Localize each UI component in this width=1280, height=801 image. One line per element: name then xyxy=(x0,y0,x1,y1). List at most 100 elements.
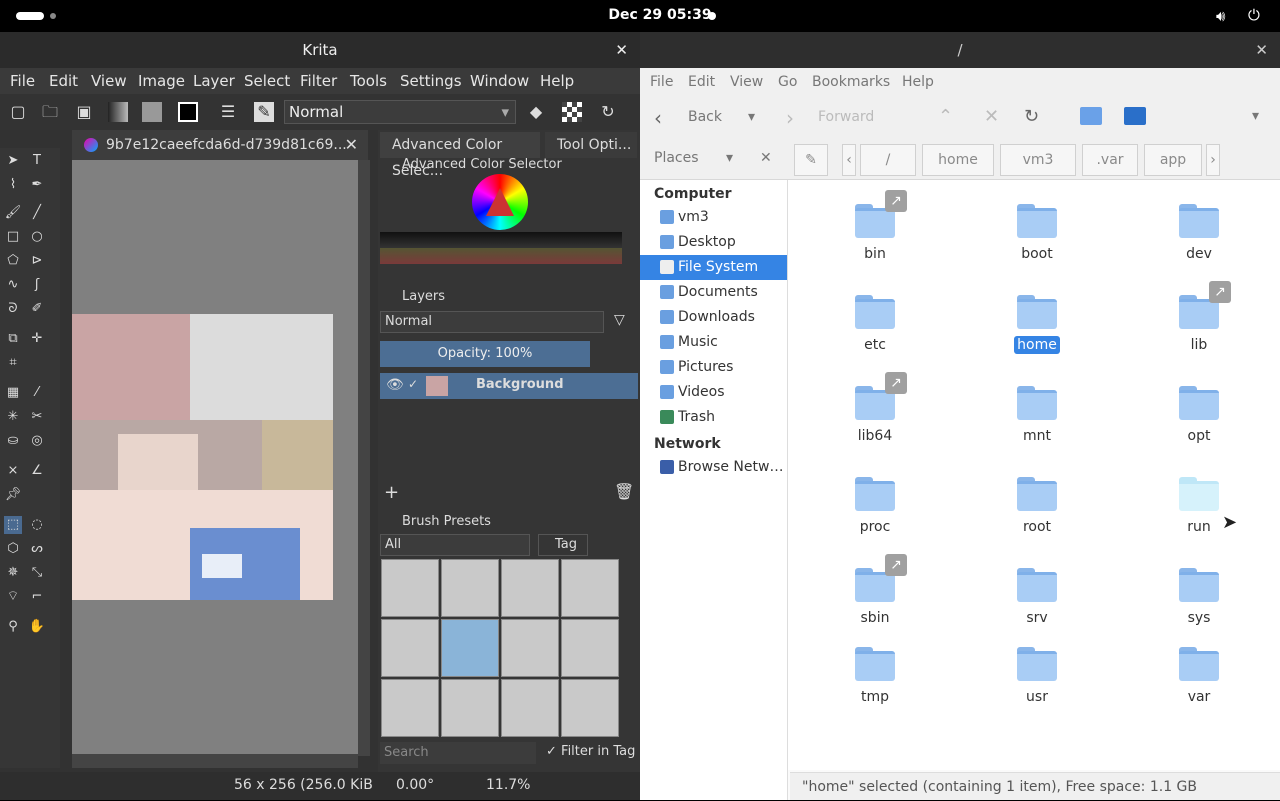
freehand-path-icon[interactable]: ʃ xyxy=(28,276,46,294)
folder-run[interactable]: run xyxy=(1139,469,1259,549)
measure-tool-icon[interactable]: ∠ xyxy=(28,462,46,480)
enclose-fill-icon[interactable]: ◎ xyxy=(28,432,46,450)
sidebar-item-pictures[interactable]: Pictures xyxy=(640,355,787,380)
chevron-down-icon[interactable]: ▾ xyxy=(748,109,755,125)
forward-button[interactable]: Forward xyxy=(818,109,874,125)
menu-file[interactable]: File xyxy=(650,74,673,90)
menu-layer[interactable]: Layer xyxy=(193,72,235,90)
menu-view[interactable]: View xyxy=(91,72,127,90)
menu-bookmarks[interactable]: Bookmarks xyxy=(812,74,890,90)
menu-go[interactable]: Go xyxy=(778,74,797,90)
chevron-down-icon[interactable]: ▾ xyxy=(1252,108,1259,124)
crumb-root[interactable]: / xyxy=(860,144,916,176)
folder-lib64[interactable]: ↗ lib64 xyxy=(815,372,935,458)
move-tool-icon[interactable]: ✛ xyxy=(28,330,46,348)
menu-filter[interactable]: Filter xyxy=(300,72,337,90)
open-folder-icon[interactable]: 🗀︎ xyxy=(40,102,60,122)
edit-location-icon[interactable]: ✎ xyxy=(794,144,828,176)
menu-help[interactable]: Help xyxy=(902,74,934,90)
folder-lib[interactable]: ↗ lib xyxy=(1139,281,1259,367)
chevron-down-icon[interactable]: ▾ xyxy=(726,150,733,166)
add-layer-icon[interactable]: + xyxy=(384,482,399,503)
polyline-tool-icon[interactable]: ⊳ xyxy=(28,252,46,270)
sidebar-item-music[interactable]: Music xyxy=(640,330,787,355)
brush-filter-select[interactable]: All xyxy=(380,534,530,556)
fill-tool-icon[interactable]: ⛀ xyxy=(4,432,22,450)
folder-bin[interactable]: ↗ bin xyxy=(815,190,935,276)
layer-blend-select[interactable]: Normal xyxy=(380,311,604,333)
folder-srv[interactable]: srv xyxy=(977,560,1097,640)
menu-edit[interactable]: Edit xyxy=(49,72,78,90)
zoom-tool-icon[interactable]: ⚲ xyxy=(4,618,22,636)
menu-window[interactable]: Window xyxy=(470,72,529,90)
canvas-image[interactable] xyxy=(72,314,333,600)
folder-dev[interactable]: dev xyxy=(1139,196,1259,276)
select-shapes-icon[interactable]: ➤ xyxy=(4,152,22,170)
folder-home[interactable]: home xyxy=(977,287,1097,367)
text-tool-icon[interactable]: T xyxy=(28,152,46,170)
menu-settings[interactable]: Settings xyxy=(400,72,462,90)
up-icon[interactable]: ⌃ xyxy=(938,106,953,127)
gradient-tool-icon[interactable]: ▦ xyxy=(4,384,22,402)
polygon-select-icon[interactable]: ⬡ xyxy=(4,540,22,558)
crumb-app[interactable]: app xyxy=(1144,144,1202,176)
folder-etc[interactable]: etc xyxy=(815,287,935,367)
filter-in-tag-checkbox[interactable]: ✓ Filter in Tag xyxy=(546,744,635,759)
dynamic-brush-icon[interactable]: ᘐ xyxy=(4,300,22,318)
freehand-brush-icon[interactable]: 🖌︎ xyxy=(4,204,22,222)
canvas-horizontal-scrollbar[interactable] xyxy=(72,754,358,768)
folder-sys[interactable]: sys xyxy=(1139,560,1259,640)
sidebar-item-downloads[interactable]: Downloads xyxy=(640,305,787,330)
folder-root[interactable]: root xyxy=(977,469,1097,549)
crumb-var[interactable]: .var xyxy=(1082,144,1138,176)
menu-help[interactable]: Help xyxy=(540,72,574,90)
sidebar-item-browse-network[interactable]: Browse Netw… xyxy=(640,455,787,480)
computer-icon[interactable] xyxy=(1124,107,1146,125)
crumb-left-arrow-icon[interactable]: ‹ xyxy=(842,144,856,176)
close-icon[interactable]: ✕ xyxy=(615,32,628,68)
power-icon[interactable]: ⏻ xyxy=(1248,6,1260,24)
close-icon[interactable]: ✕ xyxy=(1255,32,1268,68)
home-folder-icon[interactable] xyxy=(1080,107,1102,125)
pan-tool-icon[interactable]: ✋ xyxy=(28,618,46,636)
calligraphy-icon[interactable]: ✒ xyxy=(28,176,46,194)
menu-file[interactable]: File xyxy=(10,72,35,90)
crop-tool-icon[interactable]: ⌗ xyxy=(4,354,22,372)
back-arrow-icon[interactable]: ‹ xyxy=(654,106,662,130)
filter-icon[interactable]: ▽ xyxy=(614,312,625,328)
checkbox-icon[interactable]: ✓ xyxy=(408,377,418,391)
folder-usr[interactable]: usr xyxy=(977,639,1097,719)
edit-shapes-icon[interactable]: ⌇ xyxy=(4,176,22,194)
save-icon[interactable]: ▣ xyxy=(74,102,94,122)
brush-settings-icon[interactable]: ☰ xyxy=(218,102,238,122)
document-tab[interactable]: 9b7e12caeefcda6d-d739d81c69... ✕ xyxy=(72,130,368,160)
folder-boot[interactable]: boot xyxy=(977,196,1097,276)
crumb-vm3[interactable]: vm3 xyxy=(1000,144,1076,176)
folder-sbin[interactable]: ↗ sbin xyxy=(815,554,935,640)
transform-tool-icon[interactable]: ⧉ xyxy=(4,330,22,348)
fg-bg-color-icon[interactable] xyxy=(178,102,198,122)
rectangle-tool-icon[interactable]: □ xyxy=(4,228,22,246)
close-sidebar-icon[interactable]: ✕ xyxy=(760,150,772,166)
gradient-icon[interactable] xyxy=(108,102,128,122)
menu-select[interactable]: Select xyxy=(244,72,290,90)
sidebar-item-documents[interactable]: Documents xyxy=(640,280,787,305)
menu-view[interactable]: View xyxy=(730,74,763,90)
opacity-slider[interactable]: Opacity: 100% xyxy=(380,341,590,367)
eraser-icon[interactable]: ◆ xyxy=(526,102,546,122)
folder-tmp[interactable]: tmp xyxy=(815,639,935,719)
smart-patch-icon[interactable]: ✂ xyxy=(28,408,46,426)
rotation-value[interactable]: 0.00° xyxy=(396,777,434,793)
menu-image[interactable]: Image xyxy=(138,72,185,90)
ellipse-select-icon[interactable]: ◌ xyxy=(28,516,46,534)
zoom-value[interactable]: 11.7% xyxy=(486,777,530,793)
crumb-home[interactable]: home xyxy=(922,144,994,176)
folder-proc[interactable]: proc xyxy=(815,469,935,549)
color-shade-bars[interactable] xyxy=(380,232,622,264)
back-button[interactable]: Back xyxy=(688,109,722,125)
menu-edit[interactable]: Edit xyxy=(688,74,715,90)
polygon-tool-icon[interactable]: ⬠ xyxy=(4,252,22,270)
blend-mode-select[interactable]: Normal ▾ xyxy=(284,100,516,124)
magnetic-select-icon[interactable]: ⌐ xyxy=(28,588,46,606)
pattern-icon[interactable] xyxy=(142,102,162,122)
